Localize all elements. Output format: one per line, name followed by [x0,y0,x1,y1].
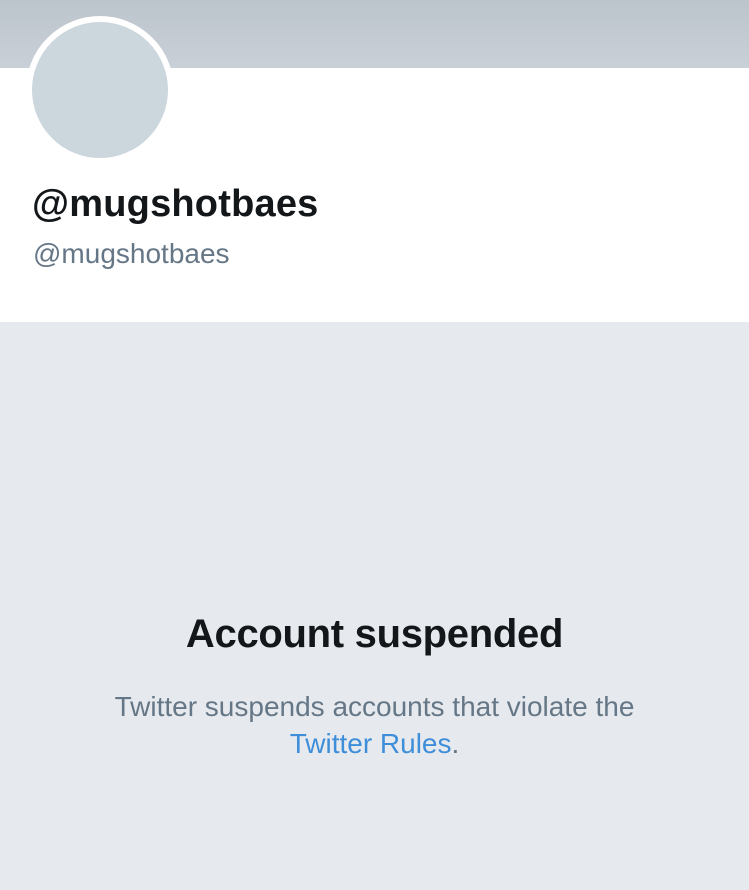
suspension-message: Twitter suspends accounts that violate t… [60,688,689,762]
suspension-message-text: Twitter suspends accounts that violate t… [114,691,635,722]
twitter-rules-link[interactable]: Twitter Rules [290,728,452,759]
suspension-notice: Account suspended Twitter suspends accou… [0,322,749,890]
suspension-title: Account suspended [185,612,564,656]
avatar[interactable] [26,16,174,164]
profile-header: @mugshotbaes @mugshotbaes [0,16,749,322]
suspension-message-period: . [451,728,460,759]
user-handle: @mugshotbaes [33,238,230,269]
display-name: @mugshotbaes [32,183,319,225]
